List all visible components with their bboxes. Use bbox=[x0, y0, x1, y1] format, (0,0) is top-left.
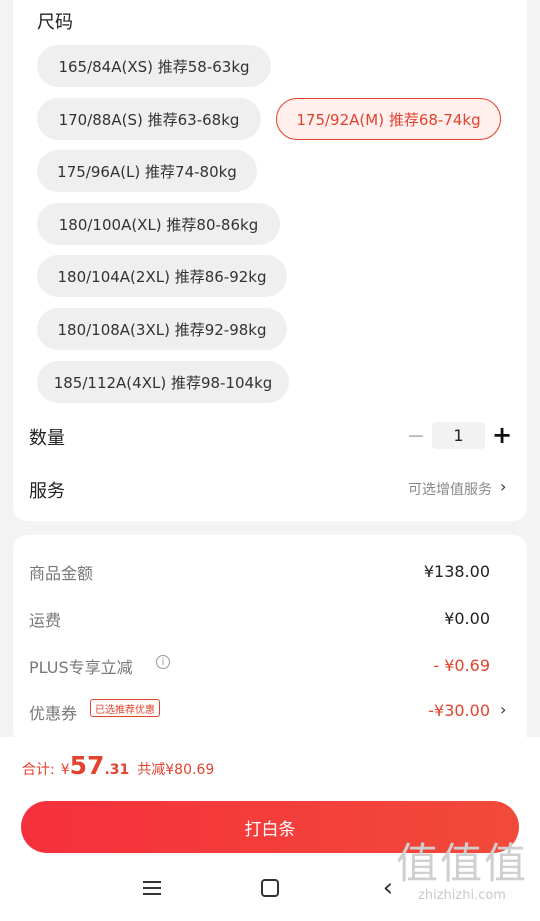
size-section-title: 尺码 bbox=[37, 12, 73, 33]
size-option-xl[interactable]: 180/100A(XL) 推荐80-86kg bbox=[37, 203, 280, 245]
chevron-right-icon[interactable]: › bbox=[500, 477, 506, 496]
size-option-l[interactable]: 175/96A(L) 推荐74-80kg bbox=[37, 150, 257, 192]
goods-amount-value: ¥138.00 bbox=[423, 562, 490, 581]
quantity-label: 数量 bbox=[29, 428, 65, 449]
total-amount-dec: .31 bbox=[104, 762, 130, 778]
total-currency: ¥ bbox=[60, 762, 70, 778]
total-saved: 共减¥80.69 bbox=[137, 762, 215, 778]
total-label: 合计: bbox=[22, 762, 55, 778]
total-summary: 合计: ¥ 57 .31 共减¥80.69 bbox=[22, 751, 214, 780]
watermark-logo: 值值值 zhizhizhi.com bbox=[392, 840, 532, 918]
menu-icon[interactable] bbox=[142, 873, 162, 903]
coupon-value[interactable]: -¥30.00 bbox=[428, 701, 490, 720]
shipping-value: ¥0.00 bbox=[444, 609, 490, 628]
size-option-s[interactable]: 170/88A(S) 推荐63-68kg bbox=[37, 98, 261, 140]
quantity-plus-button[interactable]: + bbox=[490, 421, 514, 449]
watermark-site: zhizhizhi.com bbox=[418, 888, 506, 903]
size-option-3xl[interactable]: 180/108A(3XL) 推荐92-98kg bbox=[37, 308, 287, 350]
watermark-glyphs: 值值值 bbox=[395, 839, 528, 888]
total-amount-int: 57 bbox=[69, 751, 105, 780]
size-option-2xl[interactable]: 180/104A(2XL) 推荐86-92kg bbox=[37, 255, 287, 297]
service-hint[interactable]: 可选增值服务 bbox=[408, 479, 492, 499]
coupon-label: 优惠券 bbox=[29, 704, 78, 723]
shipping-label: 运费 bbox=[29, 611, 62, 630]
quantity-value[interactable]: 1 bbox=[432, 422, 485, 449]
home-icon[interactable] bbox=[258, 873, 282, 903]
plus-discount-value: - ¥0.69 bbox=[433, 656, 490, 675]
size-option-4xl[interactable]: 185/112A(4XL) 推荐98-104kg bbox=[37, 361, 289, 403]
size-option-xs[interactable]: 165/84A(XS) 推荐58-63kg bbox=[37, 45, 271, 87]
service-label: 服务 bbox=[29, 481, 65, 502]
info-icon[interactable]: i bbox=[156, 655, 170, 669]
chevron-right-icon[interactable]: › bbox=[500, 700, 506, 719]
coupon-badge: 已选推荐优惠 bbox=[90, 699, 160, 717]
goods-amount-label: 商品金额 bbox=[29, 564, 94, 583]
size-option-m-selected[interactable]: 175/92A(M) 推荐68-74kg bbox=[276, 98, 501, 140]
plus-discount-label: PLUS专享立减 bbox=[29, 658, 133, 677]
quantity-minus-button[interactable]: − bbox=[405, 423, 427, 449]
